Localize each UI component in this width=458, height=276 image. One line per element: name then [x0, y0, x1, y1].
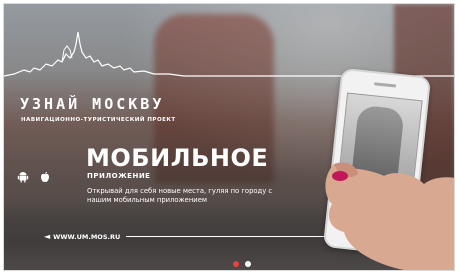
- promo-headline: МОБИЛЬНОЕ: [86, 144, 269, 172]
- site-url-link[interactable]: WWW.UM.MOS.RU: [53, 233, 120, 241]
- android-icon[interactable]: [17, 171, 29, 183]
- brand-title: УЗНАЙ МОСКВУ: [20, 95, 165, 113]
- promo-subhead: ПРИЛОЖЕНИЕ: [87, 172, 151, 180]
- platform-icons: [17, 171, 51, 183]
- promo-description: Открывай для себя новые места, гуляя по …: [87, 187, 273, 204]
- brand-subtitle: НАВИГАЦИОННО-ТУРИСТИЧЕСКИЙ ПРОЕКТ: [21, 117, 176, 123]
- site-link-row[interactable]: ◄ WWW.UM.MOS.RU: [44, 232, 357, 241]
- carousel-dot-1[interactable]: [233, 261, 239, 267]
- phone-speaker: [374, 82, 397, 88]
- promo-banner[interactable]: УЗНАЙ МОСКВУ НАВИГАЦИОННО-ТУРИСТИЧЕСКИЙ …: [3, 3, 455, 271]
- carousel-dots: [233, 261, 251, 267]
- apple-icon[interactable]: [39, 171, 51, 183]
- carousel-dot-2[interactable]: [245, 261, 251, 267]
- arrow-left-icon: ◄: [44, 232, 51, 241]
- hand-image: [325, 162, 454, 270]
